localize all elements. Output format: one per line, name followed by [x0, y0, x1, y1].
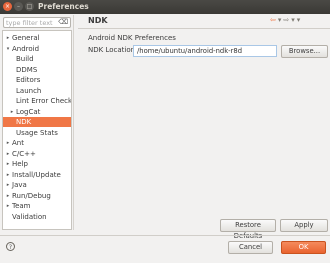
tree-item-run-debug[interactable]: ▸ Run/Debug	[3, 191, 71, 201]
filter-placeholder: type filter text	[6, 19, 53, 27]
tree-item-build[interactable]: Build	[3, 54, 71, 64]
tree-item-launch[interactable]: Launch	[3, 86, 71, 96]
forward-menu-chevron-icon[interactable]: ▾	[291, 16, 295, 24]
tree-item-lint-error-checking[interactable]: Lint Error Checking	[3, 96, 71, 106]
window-controls: × – □	[3, 2, 34, 11]
collapsed-arrow-icon[interactable]: ▸	[5, 138, 11, 148]
tree-item-general[interactable]: ▸ General	[3, 33, 71, 43]
window-titlebar: × – □ Preferences	[0, 0, 330, 14]
collapsed-arrow-icon[interactable]: ▸	[5, 170, 11, 180]
tree-item-ddms[interactable]: DDMS	[3, 65, 71, 75]
ok-button[interactable]: OK	[281, 241, 326, 254]
tree-item-editors[interactable]: Editors	[3, 75, 71, 85]
tree-item-ndk[interactable]: NDK	[3, 117, 71, 127]
tree-item-label: Android	[12, 44, 40, 53]
tree-item-label: NDK	[16, 118, 32, 126]
tree-item-validation[interactable]: Validation	[3, 212, 71, 222]
collapsed-arrow-icon[interactable]: ▸	[5, 180, 11, 190]
tree-item-help[interactable]: ▸ Help	[3, 159, 71, 169]
cancel-button[interactable]: Cancel	[228, 241, 273, 254]
footer-separator	[0, 235, 330, 236]
help-icon[interactable]: ?	[6, 242, 15, 251]
tree-item-label: Usage Stats	[16, 128, 58, 137]
collapsed-arrow-icon[interactable]: ▸	[5, 191, 11, 201]
collapsed-arrow-icon[interactable]: ▸	[5, 159, 11, 169]
clear-filter-icon[interactable]: ⌫	[58, 18, 68, 26]
back-menu-chevron-icon[interactable]: ▾	[278, 16, 282, 24]
maximize-icon[interactable]: □	[25, 2, 34, 11]
collapsed-arrow-icon[interactable]: ▸	[5, 33, 11, 43]
collapsed-arrow-icon[interactable]: ▸	[9, 107, 15, 117]
tree-item-install-update[interactable]: ▸ Install/Update	[3, 170, 71, 180]
tree-item-label: Run/Debug	[12, 191, 51, 200]
collapsed-arrow-icon[interactable]: ▸	[5, 149, 11, 159]
tree-item-label: Editors	[16, 76, 41, 84]
tree-item-label: Java	[12, 181, 27, 189]
header-separator	[78, 28, 330, 29]
window-title: Preferences	[38, 2, 89, 11]
tree-item-android[interactable]: ▾ Android	[3, 44, 71, 54]
tree-item-label: C/C++	[12, 149, 36, 158]
tree-item-usage-stats[interactable]: Usage Stats	[3, 128, 71, 138]
preferences-tree[interactable]: ▸ General ▾ Android Build DDMS Editors Launch Li…	[2, 30, 72, 230]
back-arrow-icon[interactable]: ⇦	[270, 16, 276, 24]
browse-button[interactable]: Browse...	[281, 45, 328, 58]
tree-item-label: Lint Error Checking	[16, 97, 71, 105]
ndk-location-label: NDK Location	[88, 46, 136, 54]
tree-item-team[interactable]: ▸ Team	[3, 201, 71, 211]
tree-item-logcat[interactable]: ▸ LogCat	[3, 107, 71, 117]
tree-item-ant[interactable]: ▸ Ant	[3, 138, 71, 148]
pane-divider[interactable]	[73, 15, 74, 230]
tree-item-label: Team	[12, 202, 31, 210]
close-icon[interactable]: ×	[3, 2, 12, 11]
apply-button[interactable]: Apply	[280, 219, 328, 232]
tree-item-label: Launch	[16, 86, 42, 95]
tree-item-label: Build	[16, 55, 34, 63]
tree-item-c-c-[interactable]: ▸ C/C++	[3, 149, 71, 159]
tree-item-label: LogCat	[16, 107, 41, 116]
minimize-icon[interactable]: –	[14, 2, 23, 11]
section-label: Android NDK Preferences	[88, 34, 176, 42]
expanded-arrow-icon[interactable]: ▾	[5, 44, 11, 54]
tree-item-label: General	[12, 34, 40, 42]
forward-arrow-icon[interactable]: ⇨	[283, 16, 289, 24]
tree-item-label: Install/Update	[12, 170, 61, 179]
view-menu-chevron-icon[interactable]: ▾	[297, 16, 301, 24]
tree-item-label: Validation	[12, 212, 47, 221]
filter-input[interactable]: type filter text ⌫	[3, 17, 71, 28]
ndk-location-field[interactable]: /home/ubuntu/android-ndk-r8d	[133, 45, 277, 57]
restore-defaults-button[interactable]: Restore Defaults	[220, 219, 276, 240]
collapsed-arrow-icon[interactable]: ▸	[5, 201, 11, 211]
tree-item-java[interactable]: ▸ Java	[3, 180, 71, 190]
page-title: NDK	[88, 16, 108, 25]
tree-item-label: Help	[12, 160, 28, 168]
tree-item-label: Ant	[12, 139, 24, 147]
page-navigation: ⇦ ▾ ⇨ ▾ ▾	[270, 16, 300, 24]
tree-item-label: DDMS	[16, 65, 38, 74]
